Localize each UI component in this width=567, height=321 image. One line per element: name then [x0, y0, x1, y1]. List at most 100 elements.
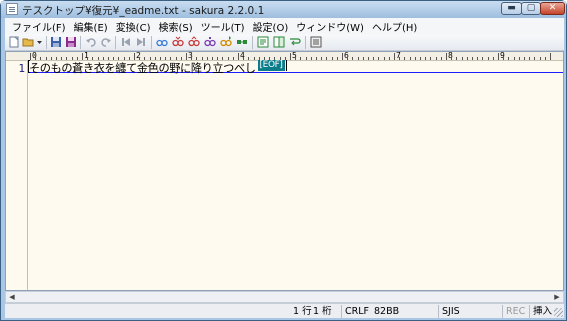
text-cursor	[285, 60, 287, 71]
status-line: 1 行	[293, 306, 312, 317]
ruler-tick	[544, 57, 546, 60]
line-text-content: そのもの蒼き衣を纏て金色の野に降り立つべし	[29, 62, 256, 75]
ruler-tick	[508, 57, 510, 60]
ruler-tick	[300, 57, 302, 60]
ruler-tick	[383, 57, 385, 60]
save-icon[interactable]	[50, 36, 62, 48]
ruler-tick	[513, 57, 515, 60]
ruler-tick	[550, 53, 551, 60]
dropdown-arrow-icon[interactable]	[36, 36, 43, 48]
ruler-tick	[352, 57, 354, 60]
search-next-icon[interactable]	[172, 36, 184, 48]
menu-convert[interactable]: 変換(C)	[112, 19, 155, 34]
resize-grip[interactable]	[554, 308, 563, 317]
search-prev-icon[interactable]	[188, 36, 200, 48]
compare-icon[interactable]	[273, 36, 285, 48]
ruler-tick	[524, 57, 525, 60]
ruler-tick	[534, 57, 536, 60]
ruler-tick	[305, 57, 307, 60]
ruler-tick	[388, 57, 390, 60]
settings-icon[interactable]	[310, 36, 322, 48]
ruler-tick	[430, 57, 432, 60]
redo-icon[interactable]	[100, 36, 112, 48]
menu-edit[interactable]: 編集(E)	[70, 19, 112, 34]
menu-settings[interactable]: 設定(O)	[249, 19, 293, 34]
ruler-tick	[368, 57, 369, 60]
new-file-icon[interactable]	[8, 36, 20, 48]
menu-tools[interactable]: ツール(T)	[197, 19, 249, 34]
replace-icon[interactable]	[204, 36, 216, 48]
menu-bar: ファイル(F) 編集(E) 変換(C) 検索(S) ツール(T) 設定(O) ウ…	[5, 18, 564, 34]
ruler-tick	[373, 57, 375, 60]
line-number-gutter[interactable]: 1	[6, 61, 28, 290]
ruler-tick	[466, 57, 468, 60]
title-bar[interactable]: テスクトップ¥復元¥_eadme.txt - sakura 2.2.0.1 ▬ …	[1, 1, 566, 18]
ruler-tick	[414, 57, 416, 60]
ruler-tick	[451, 57, 453, 60]
grep-icon[interactable]	[236, 36, 248, 48]
ruler-tick	[529, 57, 531, 60]
bookmark-icon[interactable]	[220, 36, 232, 48]
horizontal-scrollbar[interactable]: ◀ ▶	[5, 291, 564, 303]
status-char-code: 82BB	[374, 306, 400, 317]
open-folder-icon[interactable]	[22, 36, 34, 48]
menu-window[interactable]: ウィンドウ(W)	[292, 19, 368, 34]
ruler-tick	[357, 57, 359, 60]
ruler-tick	[440, 57, 442, 60]
ruler-tick	[238, 53, 239, 60]
search-icon[interactable]	[156, 36, 168, 48]
ruler-tick	[435, 57, 437, 60]
save-as-icon[interactable]	[65, 36, 77, 48]
ruler-tick	[477, 57, 479, 60]
ruler-tick	[409, 57, 411, 60]
wrap-icon[interactable]	[289, 36, 301, 48]
minimize-button[interactable]: ▬	[501, 2, 522, 15]
ruler-tick	[399, 57, 401, 60]
menu-file[interactable]: ファイル(F)	[8, 19, 70, 34]
ruler-tick	[498, 53, 499, 60]
app-window: テスクトップ¥復元¥_eadme.txt - sakura 2.2.0.1 ▬ …	[0, 0, 567, 321]
ruler-tick	[310, 57, 312, 60]
forward-icon[interactable]	[135, 36, 147, 48]
ruler-tick	[331, 57, 333, 60]
ruler-tick	[482, 57, 484, 60]
close-button[interactable]: ✕	[540, 2, 565, 15]
ruler-tick	[456, 57, 458, 60]
ruler-tick	[425, 57, 427, 60]
ruler-tick	[342, 53, 343, 60]
ruler-tick	[503, 57, 505, 60]
text-editor[interactable]: 0123456789 1 そのもの蒼き衣を纏て金色の野に降り立つべし [EOF]	[5, 51, 564, 291]
ruler-tick	[290, 53, 291, 60]
ruler-tick	[336, 57, 338, 60]
menu-search[interactable]: 検索(S)	[154, 19, 196, 34]
gutter-divider	[27, 61, 28, 290]
scroll-right-icon[interactable]: ▶	[552, 293, 562, 302]
status-encoding[interactable]: SJIS	[438, 305, 460, 318]
maximize-button[interactable]: ▢	[521, 2, 541, 15]
ruler-tick	[487, 57, 489, 60]
ruler-tick	[394, 53, 395, 60]
ruler-tick	[82, 53, 83, 60]
ruler-tick	[326, 57, 328, 60]
status-insert-mode[interactable]: 挿入	[529, 305, 552, 318]
text-line[interactable]: そのもの蒼き衣を纏て金色の野に降り立つべし [EOF]	[28, 60, 563, 75]
ruler-tick	[539, 57, 541, 60]
scroll-left-icon[interactable]: ◀	[7, 293, 17, 302]
status-newline[interactable]: CRLF	[341, 305, 369, 318]
status-bar: 1 行 1 桁 CRLF 82BB SJIS REC 挿入	[5, 303, 564, 318]
line-number: 1	[18, 62, 25, 75]
ruler-tick	[321, 57, 323, 60]
ruler-tick	[316, 57, 317, 60]
status-rec: REC	[502, 305, 525, 318]
app-icon[interactable]	[6, 3, 18, 15]
ruler-tick	[295, 57, 297, 60]
ruler-tick	[446, 53, 447, 60]
outline-icon[interactable]	[257, 36, 269, 48]
undo-icon[interactable]	[85, 36, 97, 48]
back-icon[interactable]	[120, 36, 132, 48]
ruler-tick	[378, 57, 380, 60]
window-title: テスクトップ¥復元¥_eadme.txt - sakura 2.2.0.1	[22, 5, 265, 17]
status-column: 1 桁	[313, 306, 332, 317]
ruler-tick	[134, 53, 135, 60]
menu-help[interactable]: ヘルプ(H)	[368, 19, 421, 34]
